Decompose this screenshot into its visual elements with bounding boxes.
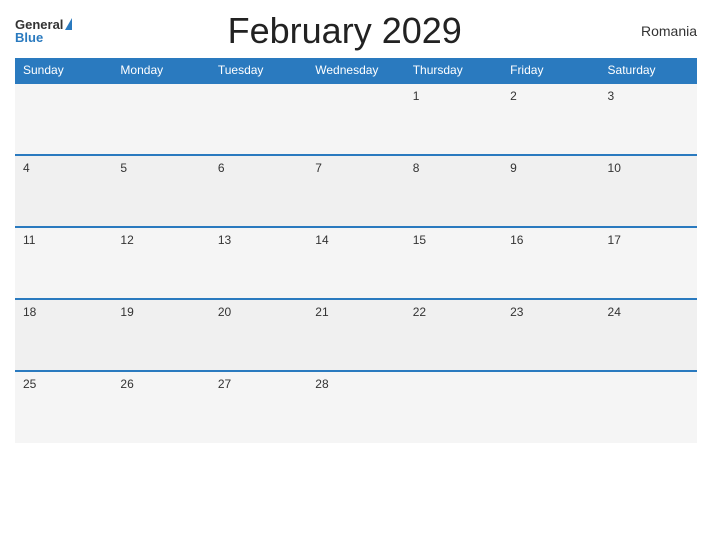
day-number: 24 — [608, 305, 621, 319]
weekday-header-thursday: Thursday — [405, 58, 502, 83]
logo-blue-text: Blue — [15, 31, 43, 44]
weekday-header-monday: Monday — [112, 58, 209, 83]
day-number: 19 — [120, 305, 133, 319]
calendar-cell: 22 — [405, 299, 502, 371]
calendar-cell — [502, 371, 599, 443]
day-number: 23 — [510, 305, 523, 319]
day-number: 26 — [120, 377, 133, 391]
weekday-header-tuesday: Tuesday — [210, 58, 307, 83]
day-number: 9 — [510, 161, 517, 175]
calendar-cell: 17 — [600, 227, 697, 299]
calendar-cell: 1 — [405, 83, 502, 155]
calendar-cell: 21 — [307, 299, 404, 371]
week-row-4: 18 19 20 21 22 23 24 — [15, 299, 697, 371]
calendar-cell: 28 — [307, 371, 404, 443]
day-number: 6 — [218, 161, 225, 175]
calendar-cell: 25 — [15, 371, 112, 443]
calendar-cell: 2 — [502, 83, 599, 155]
day-number: 15 — [413, 233, 426, 247]
calendar-table: SundayMondayTuesdayWednesdayThursdayFrid… — [15, 58, 697, 443]
week-row-3: 11 12 13 14 15 16 17 — [15, 227, 697, 299]
calendar-header: SundayMondayTuesdayWednesdayThursdayFrid… — [15, 58, 697, 83]
calendar-cell: 11 — [15, 227, 112, 299]
calendar-cell: 7 — [307, 155, 404, 227]
calendar-cell — [15, 83, 112, 155]
day-number: 13 — [218, 233, 231, 247]
calendar-cell: 3 — [600, 83, 697, 155]
day-number: 5 — [120, 161, 127, 175]
day-number: 18 — [23, 305, 36, 319]
day-number: 28 — [315, 377, 328, 391]
calendar-cell: 9 — [502, 155, 599, 227]
day-number: 1 — [413, 89, 420, 103]
calendar-cell: 23 — [502, 299, 599, 371]
weekday-header-sunday: Sunday — [15, 58, 112, 83]
day-number: 20 — [218, 305, 231, 319]
calendar-cell — [210, 83, 307, 155]
calendar-cell: 13 — [210, 227, 307, 299]
week-row-1: 1 2 3 — [15, 83, 697, 155]
calendar-cell: 10 — [600, 155, 697, 227]
day-number: 27 — [218, 377, 231, 391]
calendar-cell: 26 — [112, 371, 209, 443]
calendar-cell — [600, 371, 697, 443]
day-number: 17 — [608, 233, 621, 247]
calendar-cell — [307, 83, 404, 155]
calendar-cell: 6 — [210, 155, 307, 227]
day-number: 7 — [315, 161, 322, 175]
calendar-body: 1234567891011121314151617181920212223242… — [15, 83, 697, 443]
calendar-cell: 14 — [307, 227, 404, 299]
day-number: 25 — [23, 377, 36, 391]
day-number: 10 — [608, 161, 621, 175]
calendar-cell: 8 — [405, 155, 502, 227]
day-number: 14 — [315, 233, 328, 247]
calendar-cell: 20 — [210, 299, 307, 371]
day-number: 4 — [23, 161, 30, 175]
day-number: 12 — [120, 233, 133, 247]
day-number: 22 — [413, 305, 426, 319]
day-number: 11 — [23, 233, 35, 247]
day-number: 3 — [608, 89, 615, 103]
calendar-cell: 16 — [502, 227, 599, 299]
calendar-cell: 12 — [112, 227, 209, 299]
calendar-cell: 15 — [405, 227, 502, 299]
weekday-header-wednesday: Wednesday — [307, 58, 404, 83]
day-number: 16 — [510, 233, 523, 247]
calendar-title: February 2029 — [72, 10, 617, 52]
country-label: Romania — [617, 23, 697, 39]
calendar-cell: 4 — [15, 155, 112, 227]
calendar-cell — [112, 83, 209, 155]
calendar-cell: 24 — [600, 299, 697, 371]
weekday-header-friday: Friday — [502, 58, 599, 83]
header: General Blue February 2029 Romania — [15, 10, 697, 52]
day-number: 21 — [315, 305, 328, 319]
day-number: 2 — [510, 89, 517, 103]
logo-triangle-icon — [65, 18, 72, 30]
calendar-cell: 19 — [112, 299, 209, 371]
calendar-cell — [405, 371, 502, 443]
weekday-header-row: SundayMondayTuesdayWednesdayThursdayFrid… — [15, 58, 697, 83]
weekday-header-saturday: Saturday — [600, 58, 697, 83]
week-row-5: 25 26 27 28 — [15, 371, 697, 443]
calendar-cell: 27 — [210, 371, 307, 443]
day-number: 8 — [413, 161, 420, 175]
calendar-cell: 5 — [112, 155, 209, 227]
calendar-cell: 18 — [15, 299, 112, 371]
logo: General Blue — [15, 18, 72, 44]
week-row-2: 4 5 6 7 8 9 10 — [15, 155, 697, 227]
calendar-page: General Blue February 2029 Romania Sunda… — [0, 0, 712, 550]
